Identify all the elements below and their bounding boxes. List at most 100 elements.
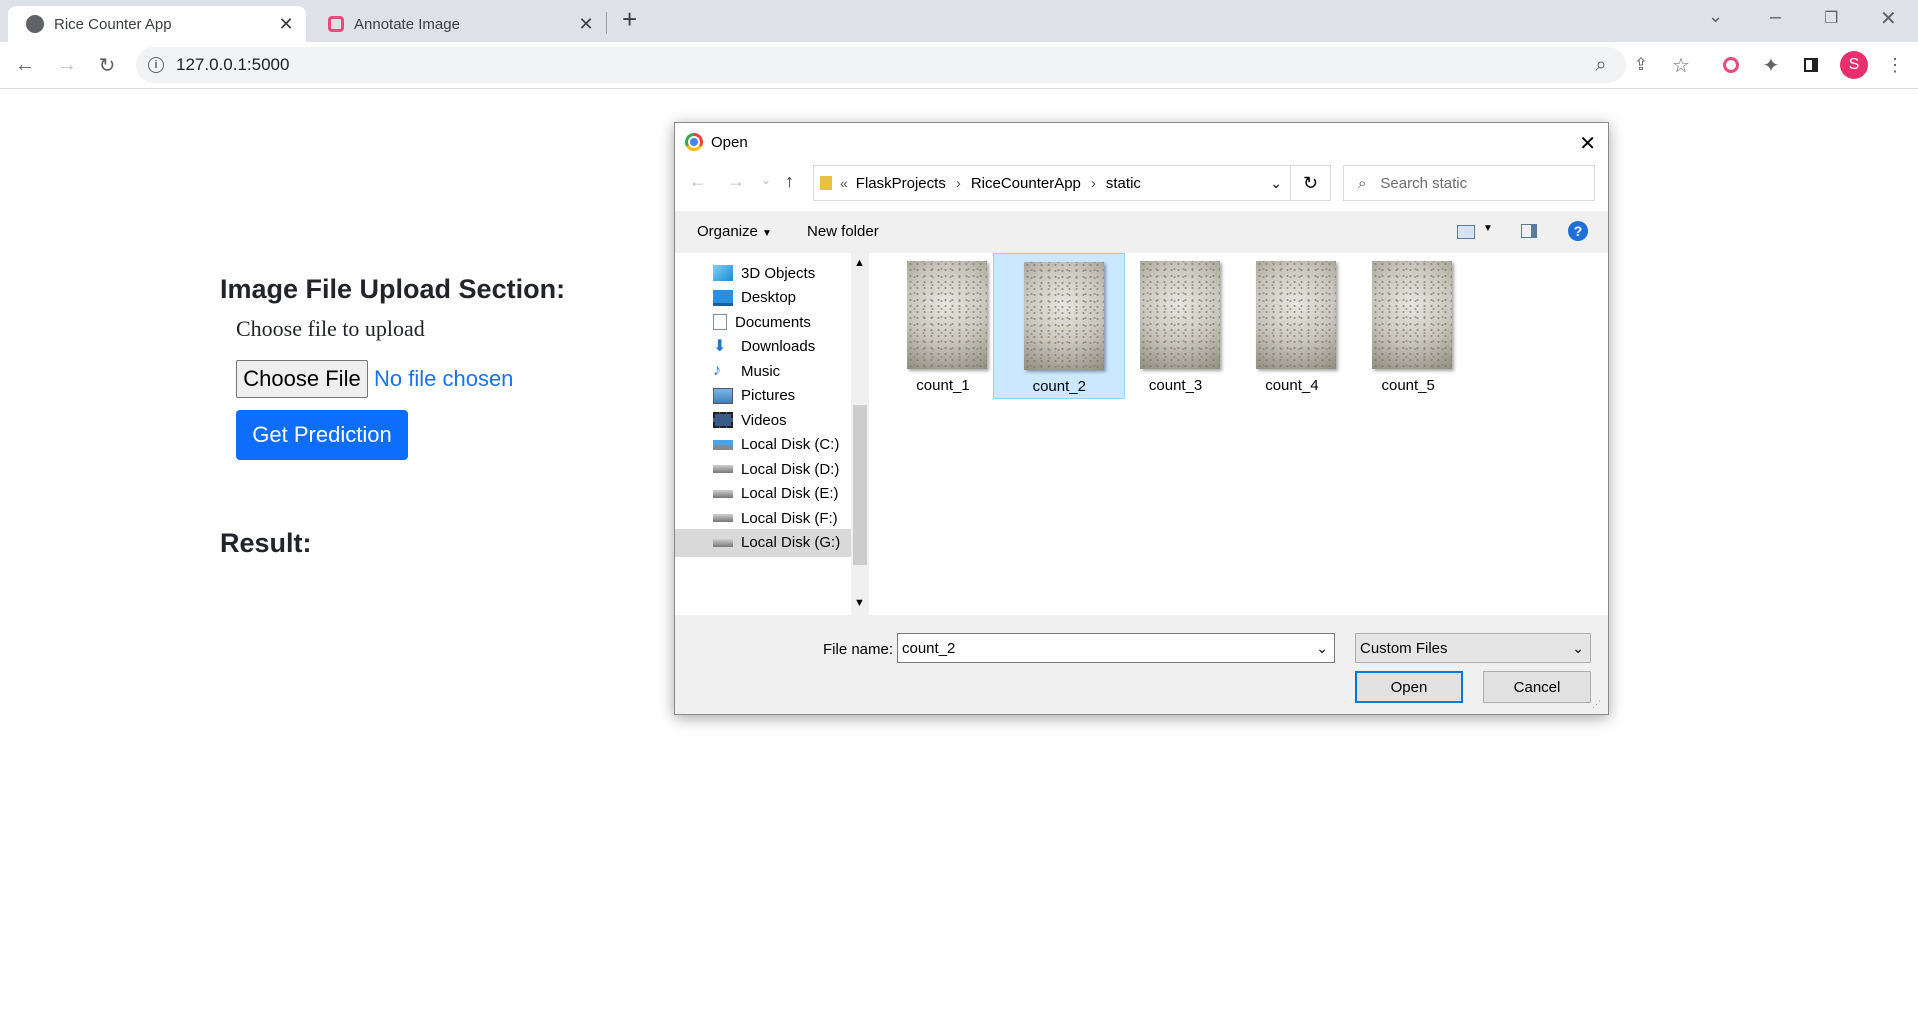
close-tab-icon[interactable]: ✕ — [576, 14, 596, 35]
get-prediction-button[interactable]: Get Prediction — [236, 410, 408, 460]
nav-item-label: Local Disk (E:) — [741, 485, 839, 502]
nav-item-label: 3D Objects — [741, 264, 816, 282]
dialog-back-icon[interactable]: ← — [689, 171, 707, 192]
up-folder-icon[interactable]: ↑ — [785, 171, 794, 192]
file-name-input[interactable]: count_2 ⌄ — [897, 633, 1335, 663]
scroll-thumb[interactable] — [853, 405, 867, 565]
browser-tab-bar: Rice Counter App ✕ Annotate Image ✕ + ⌄ … — [0, 0, 1918, 42]
nav-item-label: Local Disk (G:) — [741, 534, 841, 551]
file-name: count_1 — [916, 377, 970, 394]
address-dropdown-icon[interactable]: ⌄ — [1270, 175, 1282, 192]
zoom-icon[interactable]: ⌕ — [1586, 42, 1616, 88]
dialog-title-bar[interactable]: Open ✕ — [675, 123, 1608, 161]
scroll-up-icon[interactable]: ▲ — [854, 257, 865, 269]
breadcrumb-item[interactable]: RiceCounterApp — [971, 175, 1081, 192]
view-dropdown-icon[interactable]: ▼ — [1483, 223, 1493, 234]
windows-drive-icon — [713, 439, 733, 450]
choose-file-label: Choose file to upload — [236, 316, 425, 341]
nav-item-label: Local Disk (C:) — [741, 436, 840, 453]
chrome-logo-icon — [685, 133, 703, 151]
nav-item-label: Documents — [735, 313, 811, 331]
dialog-title: Open — [711, 133, 748, 151]
back-arrow-icon[interactable]: ← — [10, 42, 40, 88]
tab-divider — [606, 12, 607, 34]
extensions-puzzle-icon[interactable]: ✦ — [1756, 42, 1786, 88]
picture-icon — [713, 387, 733, 404]
breadcrumb-item[interactable]: FlaskProjects — [856, 175, 946, 192]
music-note-icon: ♪ — [713, 362, 721, 379]
file-name-label: File name: — [823, 641, 894, 658]
organize-menu[interactable]: Organize ▼ — [697, 223, 772, 240]
result-heading: Result: — [220, 528, 312, 558]
file-item[interactable]: count_2 — [993, 253, 1126, 399]
profile-avatar[interactable]: S — [1840, 51, 1868, 79]
tab-annotate-image[interactable]: Annotate Image ✕ — [310, 6, 606, 42]
tab-search-chevron-icon[interactable]: ⌄ — [1708, 6, 1723, 27]
breadcrumb-separator-icon[interactable]: › — [956, 175, 961, 192]
breadcrumb-overflow-icon[interactable]: « — [840, 175, 848, 191]
file-type-select[interactable]: Custom Files ⌄ — [1355, 633, 1591, 663]
share-icon[interactable]: ⇪ — [1626, 42, 1656, 88]
folder-icon — [820, 176, 832, 190]
dialog-close-icon[interactable]: ✕ — [1579, 131, 1596, 156]
recent-locations-chevron-icon[interactable]: ⌄ — [761, 173, 771, 187]
file-type-dropdown-icon[interactable]: ⌄ — [1572, 640, 1584, 657]
nav-item-label: Desktop — [741, 289, 797, 306]
breadcrumb-separator-icon[interactable]: › — [1091, 175, 1096, 192]
file-name-value[interactable]: count_2 — [902, 640, 955, 657]
help-icon[interactable]: ? — [1568, 221, 1588, 241]
nav-item-label: Pictures — [741, 387, 796, 404]
dialog-forward-icon[interactable]: → — [727, 171, 745, 192]
change-view-icon[interactable] — [1457, 225, 1475, 239]
film-icon — [713, 412, 733, 428]
file-name: count_4 — [1265, 377, 1319, 394]
window-close-icon[interactable]: ✕ — [1880, 6, 1897, 31]
scroll-down-icon[interactable]: ▼ — [854, 597, 865, 609]
file-item[interactable]: count_4 — [1226, 253, 1358, 399]
side-panel-icon[interactable] — [1796, 42, 1826, 88]
forward-arrow-icon[interactable]: → — [52, 42, 82, 88]
drive-icon — [713, 538, 733, 547]
file-item[interactable]: count_1 — [877, 253, 1009, 399]
preview-pane-icon[interactable] — [1521, 224, 1537, 238]
navigation-scrollbar[interactable]: ▲ ▼ — [851, 253, 869, 615]
close-tab-icon[interactable]: ✕ — [276, 14, 296, 35]
dialog-navigation-pane: 3D Objects Desktop Documents ⬇ Downloads ♪ Mus… — [675, 253, 869, 615]
new-tab-plus-icon[interactable]: + — [622, 4, 637, 35]
minimize-icon[interactable]: – — [1770, 6, 1781, 29]
cancel-button[interactable]: Cancel — [1483, 671, 1591, 703]
restore-icon[interactable]: ❐ — [1824, 8, 1838, 28]
nav-item[interactable]: Local Disk (G:) — [675, 528, 851, 557]
dialog-address-bar[interactable]: « FlaskProjects › RiceCounterApp › stati… — [813, 165, 1291, 201]
file-name: count_3 — [1148, 377, 1203, 394]
new-folder-button[interactable]: New folder — [807, 223, 879, 240]
url-text[interactable]: 127.0.0.1:5000 — [176, 55, 289, 75]
nav-item-label: Music — [741, 362, 781, 380]
choose-file-button[interactable]: Choose File — [236, 360, 368, 398]
breadcrumb-item[interactable]: static — [1106, 175, 1141, 192]
address-bar[interactable]: i 127.0.0.1:5000 — [136, 47, 1626, 83]
extension-app-icon[interactable] — [1716, 42, 1746, 88]
file-item[interactable]: count_5 — [1342, 253, 1474, 399]
document-icon — [713, 314, 727, 330]
dialog-refresh-icon[interactable]: ↻ — [1291, 165, 1331, 201]
file-item[interactable]: count_3 — [1110, 253, 1242, 399]
file-name-dropdown-icon[interactable]: ⌄ — [1316, 640, 1328, 657]
image-thumbnail — [1255, 261, 1336, 369]
tab-rice-counter-app[interactable]: Rice Counter App ✕ — [8, 6, 306, 42]
nav-item-label: Local Disk (D:) — [741, 460, 840, 478]
file-name: count_5 — [1381, 377, 1435, 394]
bookmark-star-icon[interactable]: ☆ — [1666, 42, 1696, 88]
image-thumbnail — [907, 261, 987, 369]
dialog-search-input[interactable]: ⌕ Search static — [1343, 165, 1595, 201]
info-icon[interactable]: i — [148, 57, 164, 73]
reload-icon[interactable]: ↻ — [92, 42, 122, 88]
image-thumbnail — [1139, 261, 1220, 369]
drive-icon — [713, 489, 733, 498]
nav-item-label: Downloads — [741, 338, 816, 355]
dialog-command-bar: Organize ▼ New folder ▼ ? — [675, 211, 1608, 253]
open-button[interactable]: Open — [1355, 671, 1463, 703]
annotate-app-icon — [328, 16, 344, 32]
resize-grip-icon[interactable]: ⋰ — [1592, 699, 1601, 710]
menu-dots-icon[interactable]: ⋮ — [1880, 42, 1910, 88]
